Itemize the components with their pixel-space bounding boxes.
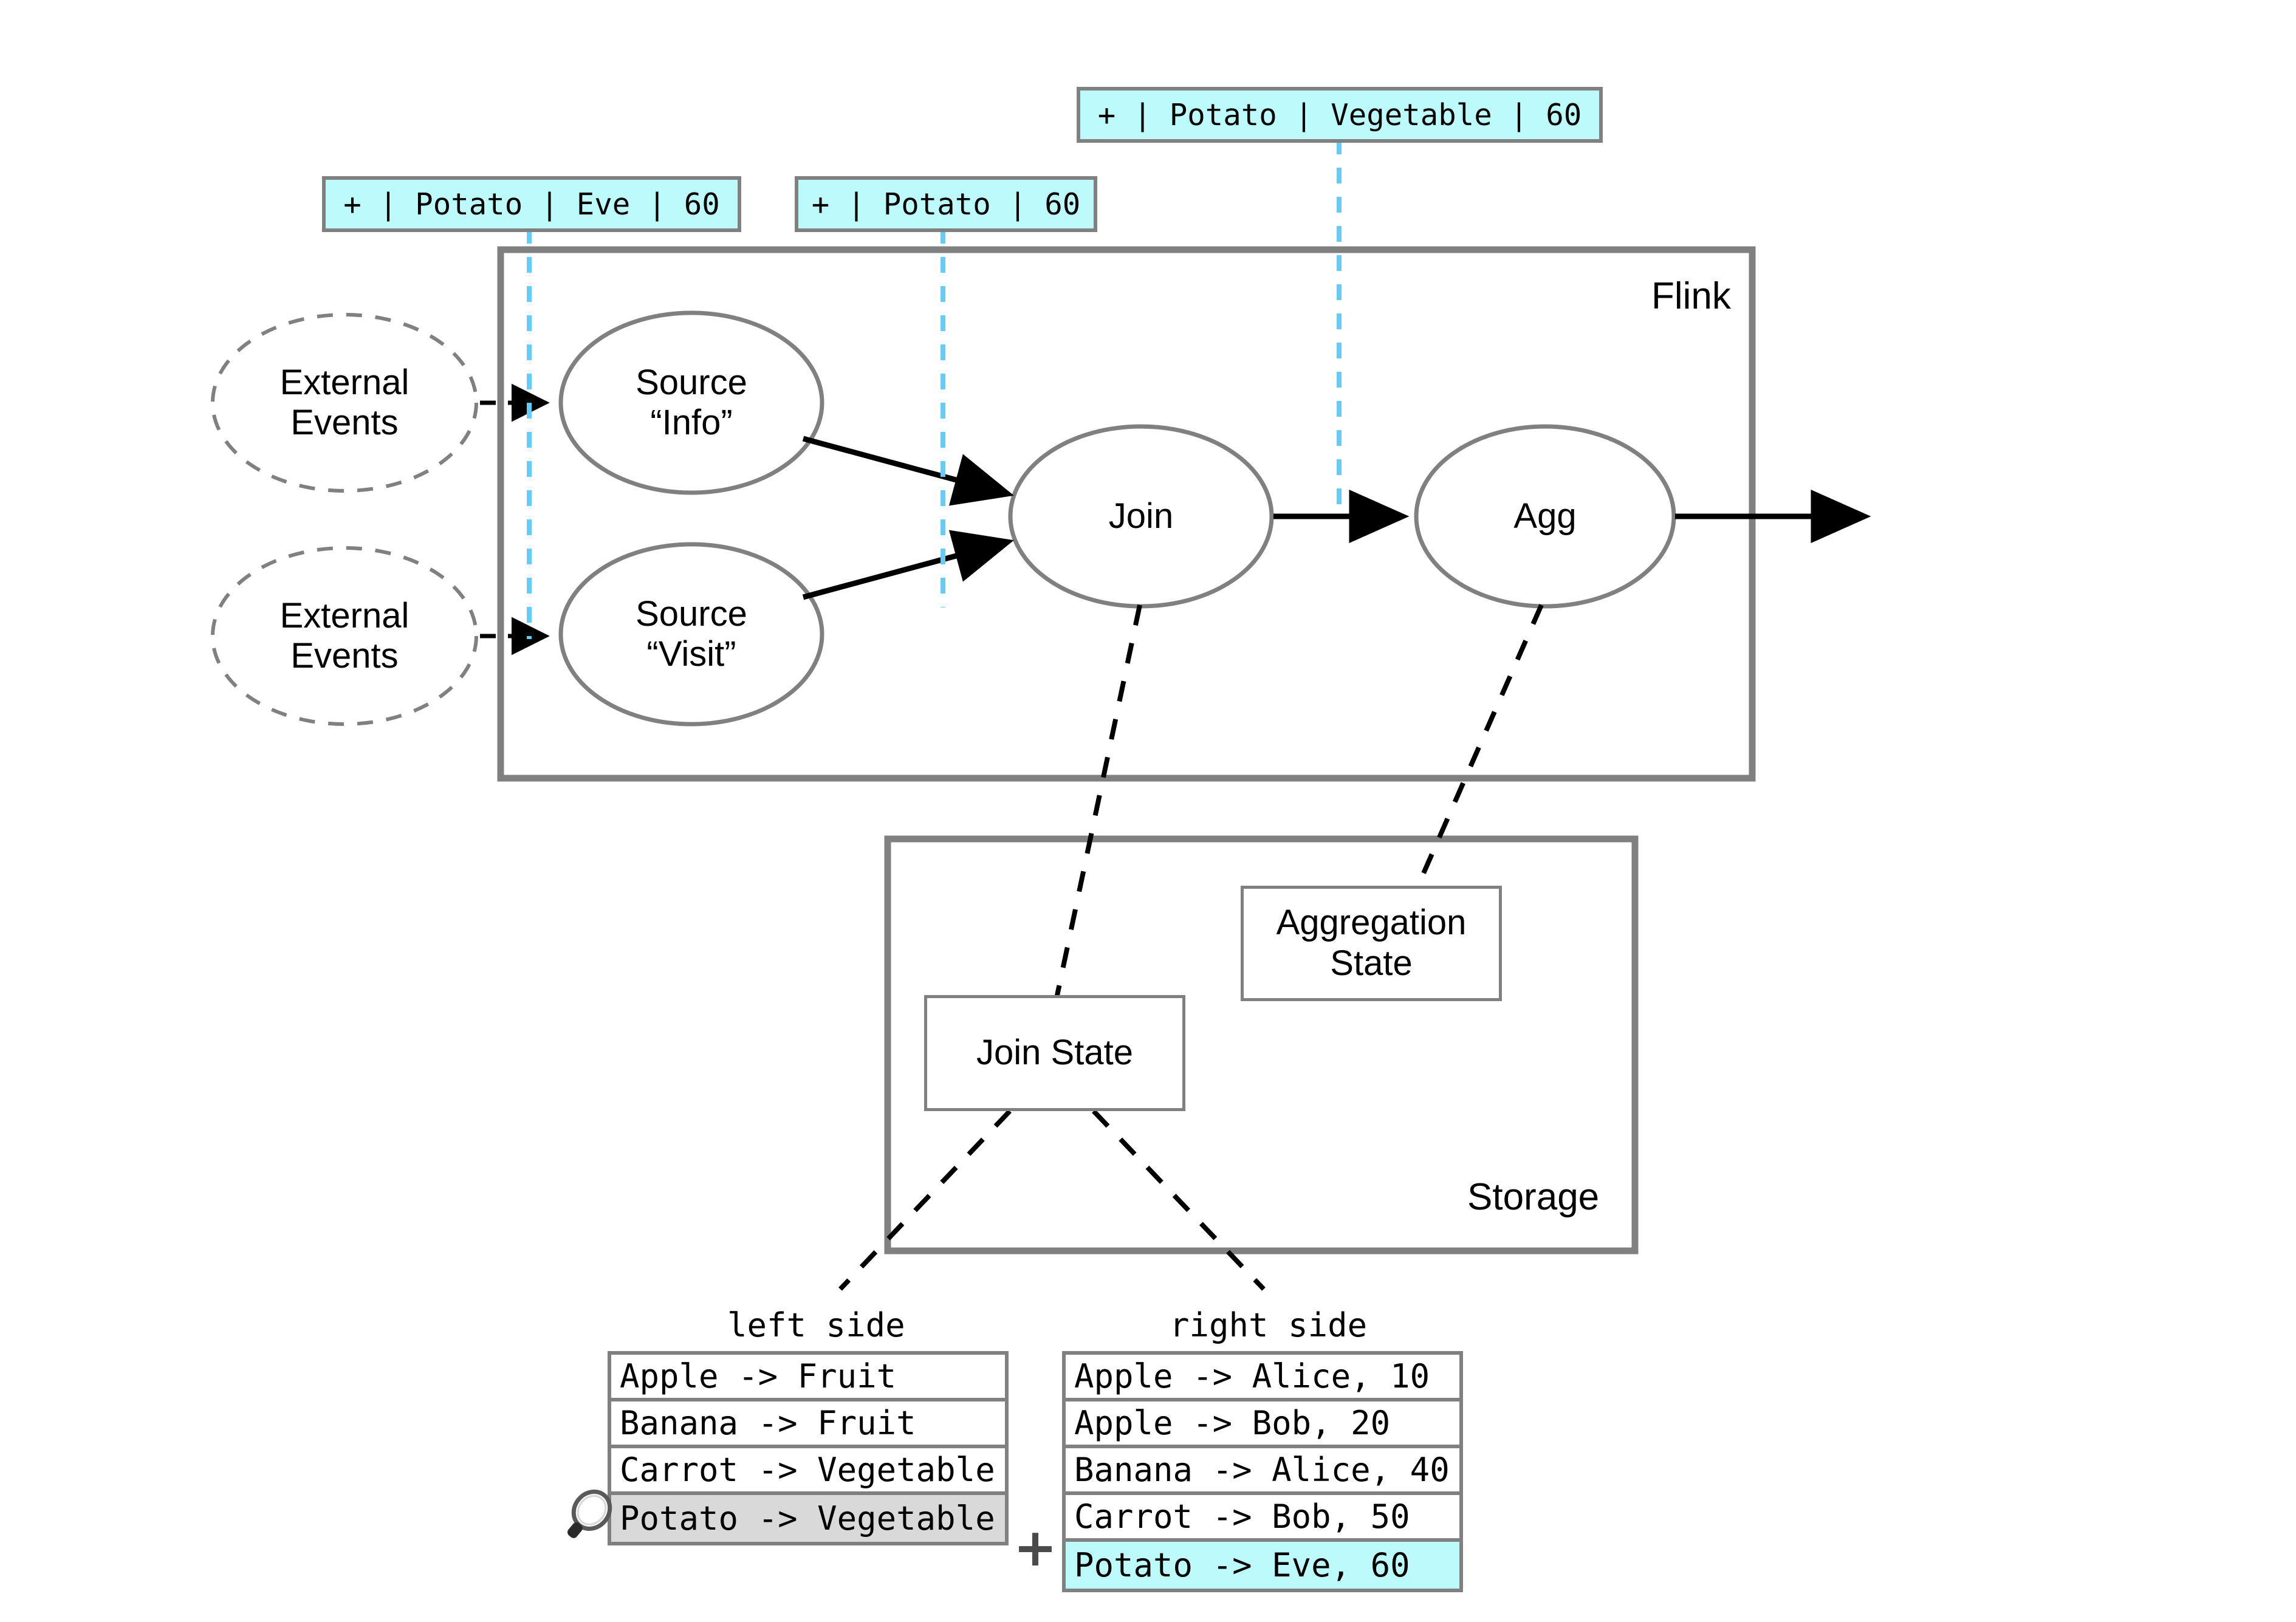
table-row[interactable]: Carrot -> Vegetable [611,1448,1005,1495]
source-visit-label[interactable]: Source “Visit” [561,581,822,688]
left-table-caption: left side [727,1306,905,1344]
join-ellipse [1008,424,1274,609]
join-state-to-left-table-link [838,1109,1012,1291]
agg-label[interactable]: Agg [1416,489,1674,544]
table-row[interactable]: Carrot -> Bob, 50 [1066,1495,1459,1542]
left-side-table[interactable]: Apple -> Fruit Banana -> Fruit Carrot -> V… [608,1351,1009,1545]
table-row[interactable]: Apple -> Bob, 20 [1066,1401,1459,1448]
event-label-source-visit: + | Potato | 60 [795,176,1097,232]
event-label-source-info: + | Potato | Eve | 60 [322,176,741,232]
source-visit-ellipse [558,542,824,727]
source-info-label[interactable]: Source “Info” [561,349,822,456]
event-label-join-output: + | Potato | Vegetable | 60 [1077,87,1603,143]
join-state-box[interactable]: Join State [924,995,1185,1111]
table-row[interactable]: Apple -> Fruit [611,1355,1005,1401]
flink-container [497,246,1756,782]
external-events-top-ellipse [211,313,478,493]
storage-container-label: Storage [1467,1176,1600,1218]
table-row[interactable]: Banana -> Alice, 40 [1066,1448,1459,1495]
table-row[interactable]: Banana -> Fruit [611,1401,1005,1448]
magnifier-icon [567,1487,623,1545]
right-table-caption: right side [1170,1306,1368,1344]
join-label[interactable]: Join [1010,489,1272,544]
plus-icon: + [1013,1518,1058,1578]
source-info-ellipse [558,310,824,495]
table-row[interactable]: Apple -> Alice, 10 [1066,1355,1459,1401]
aggregation-state-box[interactable]: Aggregation State [1241,886,1502,1001]
source-info-to-join-arrow [802,436,1014,506]
source-visit-to-join-arrow [802,530,1014,600]
external-events-bottom-ellipse [211,546,478,726]
agg-to-aggregation-state-link [1416,604,1544,887]
flink-container-label: Flink [1651,275,1731,317]
external-events-top-label: External Events [279,362,410,442]
table-row[interactable]: Potato -> Vegetable [611,1495,1005,1542]
agg-ellipse [1414,424,1676,609]
table-row[interactable]: Potato -> Eve, 60 [1066,1542,1459,1589]
right-side-table[interactable]: Apple -> Alice, 10 Apple -> Bob, 20 Banana… [1062,1351,1463,1592]
diagram-canvas: + | Potato | Eve | 60 + | Potato | 60 + … [0,0,2296,1622]
join-to-join-state-link [1054,604,1142,1002]
join-state-to-right-table-link [1092,1109,1266,1291]
external-events-bottom-label: External Events [279,595,410,676]
